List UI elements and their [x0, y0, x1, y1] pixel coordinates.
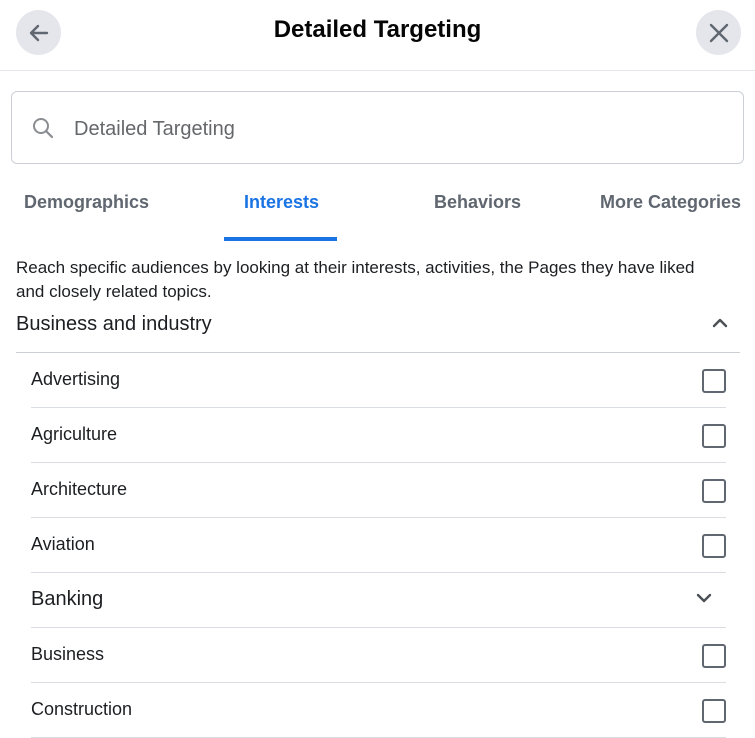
list-item-label: Business: [31, 644, 105, 664]
subcategory-label: Banking: [31, 588, 104, 610]
tab-behaviors[interactable]: Behaviors: [434, 192, 521, 213]
list-item-advertising[interactable]: Advertising: [31, 353, 726, 408]
chevron-down-icon: [696, 593, 712, 603]
category-business-and-industry[interactable]: Business and industry: [16, 298, 740, 353]
active-tab-indicator: [224, 237, 337, 241]
agriculture-checkbox[interactable]: [702, 424, 726, 448]
tab-demographics[interactable]: Demographics: [24, 192, 149, 213]
list-item-label: Advertising: [31, 369, 121, 389]
list-item-label: Agriculture: [31, 424, 118, 444]
search-input[interactable]: [72, 112, 716, 146]
tab-more-categories[interactable]: More Categories: [600, 192, 741, 213]
chevron-up-icon: [712, 318, 728, 328]
search-icon: [33, 118, 54, 139]
close-icon: [709, 23, 728, 42]
close-button[interactable]: [696, 10, 741, 55]
construction-checkbox[interactable]: [702, 699, 726, 723]
dialog-header: Detailed Targeting: [0, 0, 755, 71]
category-label: Business and industry: [16, 313, 212, 335]
category-tabs: Demographics Interests Behaviors More Ca…: [0, 176, 755, 242]
advertising-checkbox[interactable]: [702, 369, 726, 393]
list-item-architecture[interactable]: Architecture: [31, 463, 726, 518]
list-item-business[interactable]: Business: [31, 628, 726, 683]
list-item-label: Architecture: [31, 479, 128, 499]
search-box: [11, 91, 744, 164]
subcategory-banking[interactable]: Banking: [31, 573, 726, 628]
business-checkbox[interactable]: [702, 644, 726, 668]
tab-description: Reach specific audiences by looking at t…: [16, 258, 695, 301]
list-item-aviation[interactable]: Aviation: [31, 518, 726, 573]
dialog-title: Detailed Targeting: [273, 16, 482, 43]
list-item-label: Construction: [31, 699, 133, 719]
list-item-construction[interactable]: Construction: [31, 683, 726, 738]
list-item-label: Aviation: [31, 534, 95, 554]
aviation-checkbox[interactable]: [702, 534, 726, 558]
architecture-checkbox[interactable]: [702, 479, 726, 503]
tab-interests[interactable]: Interests: [244, 192, 319, 213]
list-item-agriculture[interactable]: Agriculture: [31, 408, 726, 463]
